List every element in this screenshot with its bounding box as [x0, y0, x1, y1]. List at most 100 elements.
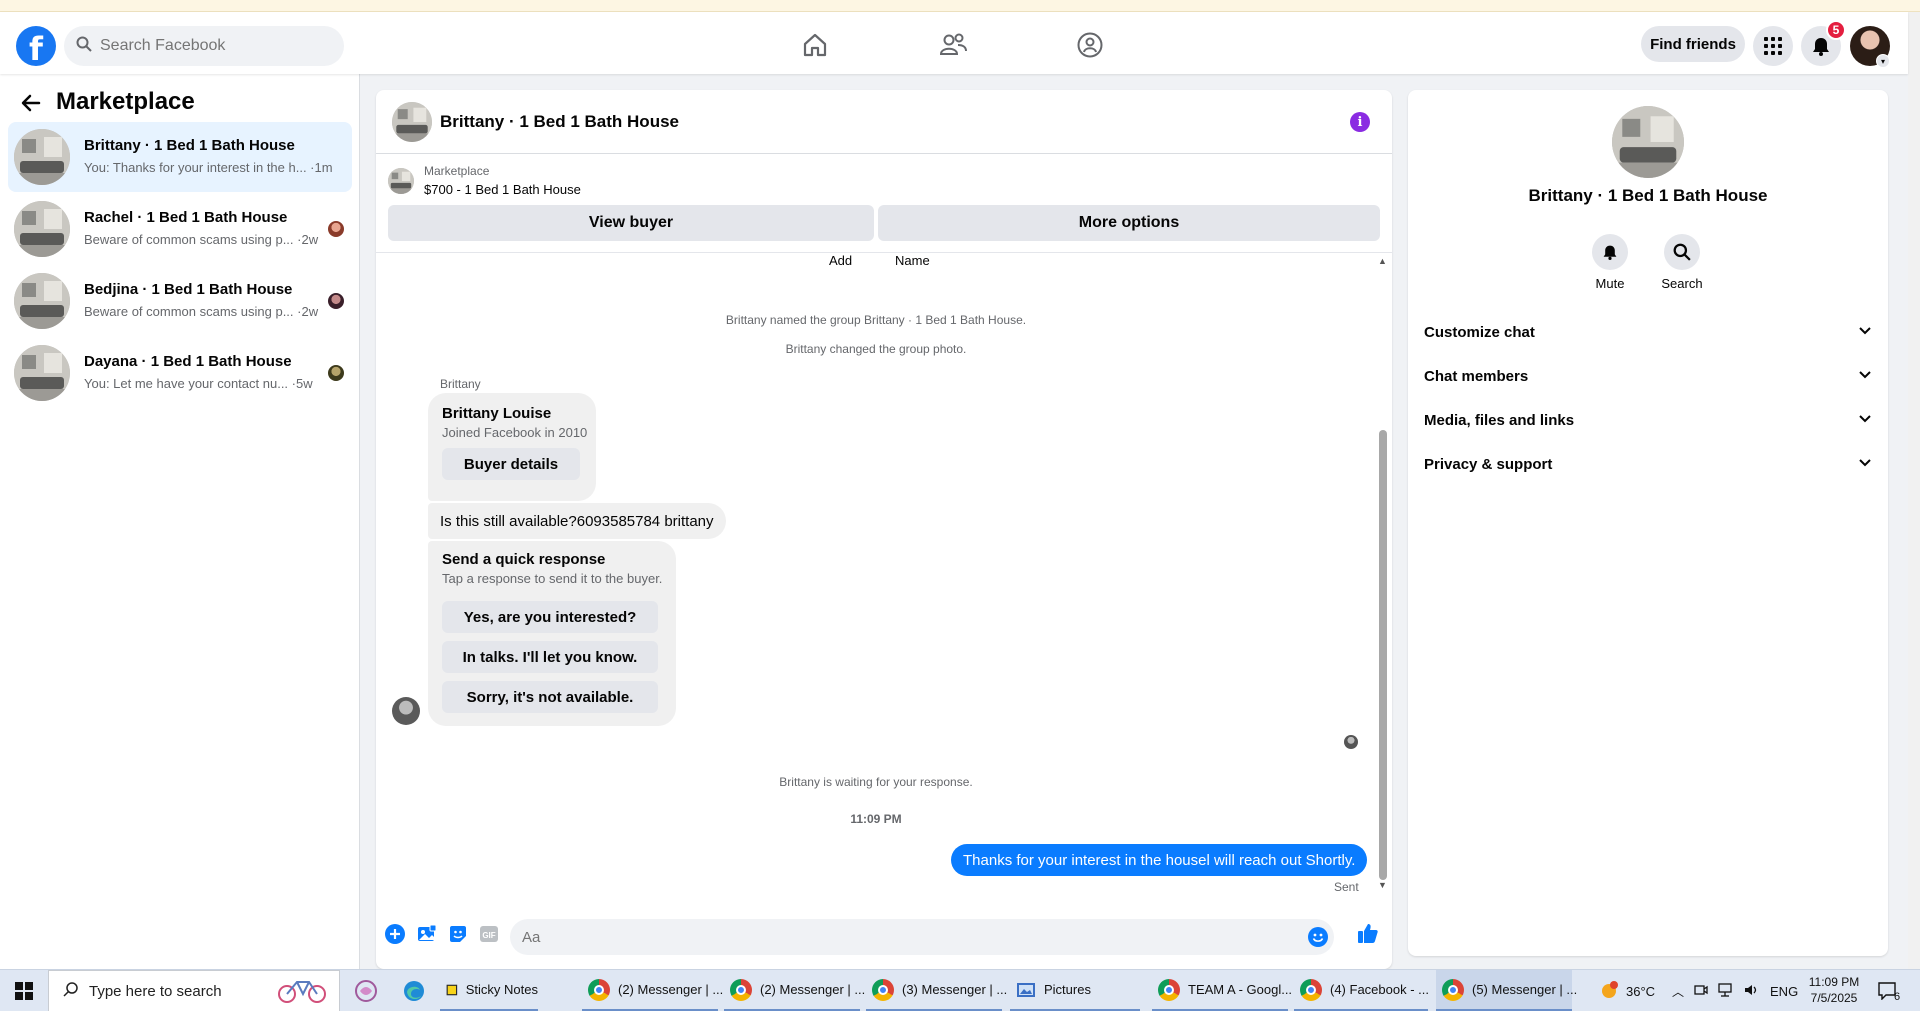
photo-icon[interactable] — [416, 923, 438, 945]
conversation-preview: You: Thanks for your interest in the h..… — [84, 160, 333, 175]
conversation-item[interactable]: Brittany · 1 Bed 1 Bath House You: Thank… — [8, 122, 352, 192]
chevron-down-icon[interactable]: ▾ — [1876, 54, 1890, 68]
chevron-down-icon — [1858, 411, 1872, 429]
action-center-count: 6 — [1894, 991, 1901, 1003]
network-icon[interactable] — [1718, 982, 1734, 1000]
system-tray: ︿ ENG — [1672, 970, 1798, 1011]
customize-chat-row[interactable]: Customize chat — [1424, 314, 1872, 350]
more-options-button[interactable]: More options — [878, 205, 1380, 241]
listing-price-title[interactable]: $700 - 1 Bed 1 Bath House — [424, 182, 581, 197]
taskbar-messenger-3[interactable]: (3) Messenger | ... — [866, 970, 1007, 1011]
quick-response-card: Send a quick response Tap a response to … — [428, 541, 676, 726]
message-input[interactable] — [522, 928, 1282, 946]
info-icon[interactable]: i — [1350, 112, 1370, 132]
chevron-down-icon — [1858, 323, 1872, 341]
page-scrollbar[interactable] — [1908, 12, 1920, 969]
notification-count-badge: 5 — [1826, 20, 1846, 40]
participant-avatar — [328, 221, 344, 237]
chat-members-row[interactable]: Chat members — [1424, 358, 1872, 394]
sender-avatar[interactable] — [392, 697, 420, 725]
mute-button[interactable]: Mute — [1580, 234, 1640, 291]
buyer-name: Brittany Louise — [442, 405, 552, 422]
back-arrow-icon[interactable] — [20, 92, 44, 116]
weather-temp: 36°C — [1626, 983, 1656, 999]
taskbar-facebook[interactable]: (4) Facebook - ... — [1294, 970, 1429, 1011]
taskbar-messenger-1[interactable]: (2) Messenger | ... — [582, 970, 723, 1011]
taskbar-sticky-notes[interactable]: Sticky Notes — [440, 970, 538, 1011]
emoji-icon[interactable] — [1308, 927, 1328, 947]
conversation-item[interactable]: Dayana · 1 Bed 1 Bath House You: Let me … — [8, 338, 352, 408]
find-friends-button[interactable]: Find friends — [1641, 26, 1745, 62]
section-label: Media, files and links — [1424, 411, 1575, 429]
media-files-links-row[interactable]: Media, files and links — [1424, 402, 1872, 438]
meet-now-icon[interactable] — [1694, 983, 1708, 1000]
plus-circle-icon[interactable] — [384, 923, 406, 945]
view-buyer-button[interactable]: View buyer — [388, 205, 874, 241]
quick-response-yes-button[interactable]: Yes, are you interested? — [442, 601, 658, 633]
edge-browser-icon[interactable] — [396, 970, 426, 1011]
taskbar-clock[interactable]: 11:09 PM 7/5/2025 — [1800, 974, 1868, 1006]
taskbar-messenger-2[interactable]: (2) Messenger | ... — [724, 970, 865, 1011]
conversation-preview: Beware of common scams using p... ·2w — [84, 232, 319, 247]
svg-text:GIF: GIF — [482, 931, 495, 940]
listing-thumbnail — [388, 168, 414, 194]
chrome-icon — [1442, 978, 1464, 1001]
taskbar-item-label: TEAM A - Googl... — [1188, 982, 1293, 997]
taskbar-app-icon[interactable] — [348, 970, 378, 1011]
quick-response-not-available-button[interactable]: Sorry, it's not available. — [442, 681, 658, 713]
sticker-icon[interactable] — [447, 923, 469, 945]
chevron-down-icon — [1858, 367, 1872, 385]
taskbar-item-label: (2) Messenger | ... — [618, 982, 724, 997]
taskbar-messenger-5[interactable]: (5) Messenger | ... — [1436, 970, 1577, 1011]
search-in-chat-button[interactable]: Search — [1652, 234, 1712, 291]
mute-label: Mute — [1595, 276, 1625, 291]
windows-start-icon[interactable] — [0, 970, 48, 1011]
outgoing-message: Thanks for your interest in the housel w… — [951, 844, 1368, 876]
conversation-item[interactable]: Rachel · 1 Bed 1 Bath House Beware of co… — [8, 194, 352, 264]
thumbs-up-icon[interactable] — [1356, 921, 1380, 945]
search-input[interactable] — [100, 37, 320, 55]
section-label: Chat members — [1424, 367, 1529, 385]
home-icon[interactable] — [795, 30, 835, 60]
windows-taskbar: Type here to search Sticky Notes (2) Mes… — [0, 969, 1920, 1011]
volume-icon[interactable] — [1744, 983, 1760, 1000]
search-bar[interactable] — [64, 26, 344, 66]
menu-grid-icon[interactable] — [1753, 26, 1793, 66]
chat-title[interactable]: Brittany · 1 Bed 1 Bath House — [440, 112, 679, 132]
quick-response-in-talks-button[interactable]: In talks. I'll let you know. — [442, 641, 658, 673]
chevron-up-icon[interactable]: ︿ — [1672, 983, 1684, 1000]
conversation-item[interactable]: Bedjina · 1 Bed 1 Bath House Beware of c… — [8, 266, 352, 336]
groups-icon[interactable] — [1070, 30, 1110, 60]
buyer-details-button[interactable]: Buyer details — [442, 448, 580, 480]
taskbar-item-label: (3) Messenger | ... — [902, 982, 1008, 997]
taskbar-team-a[interactable]: TEAM A - Googl... — [1152, 970, 1292, 1011]
action-center-icon[interactable]: 6 — [1878, 970, 1900, 1011]
partial-add-label: Add — [829, 253, 853, 268]
message-scrollbar-thumb[interactable] — [1379, 430, 1387, 880]
listing-thumbnail — [14, 273, 70, 329]
message-input-box[interactable] — [510, 919, 1334, 955]
sent-status: Sent — [1334, 880, 1359, 894]
conversation-title: Rachel · 1 Bed 1 Bath House — [84, 209, 288, 226]
friends-icon[interactable] — [933, 30, 973, 60]
conversation-title: Dayana · 1 Bed 1 Bath House — [84, 353, 292, 370]
taskbar-pictures[interactable]: Pictures — [1010, 970, 1140, 1011]
incoming-message: Is this still available?6093585784 britt… — [428, 503, 726, 539]
chrome-icon — [1158, 978, 1180, 1001]
chat-thumbnail[interactable] — [392, 102, 432, 142]
search-icon — [63, 981, 79, 1001]
weather-widget[interactable]: 36°C — [1598, 970, 1655, 1011]
facebook-logo[interactable]: f — [16, 26, 56, 66]
clock-time: 11:09 PM — [1808, 975, 1860, 989]
scroll-down-arrow-icon[interactable]: ▼ — [1378, 880, 1387, 890]
language-indicator[interactable]: ENG — [1770, 984, 1798, 999]
group-photo[interactable] — [1612, 106, 1684, 178]
taskbar-item-label: (5) Messenger | ... — [1472, 982, 1578, 997]
participant-avatar — [328, 365, 344, 381]
seen-indicator-avatar — [1344, 735, 1358, 749]
gif-icon[interactable]: GIF — [478, 923, 500, 945]
conversation-preview: Beware of common scams using p... ·2w — [84, 304, 319, 319]
privacy-support-row[interactable]: Privacy & support — [1424, 446, 1872, 482]
taskbar-search-box[interactable]: Type here to search — [48, 970, 340, 1011]
scroll-up-arrow-icon[interactable]: ▲ — [1378, 256, 1387, 266]
